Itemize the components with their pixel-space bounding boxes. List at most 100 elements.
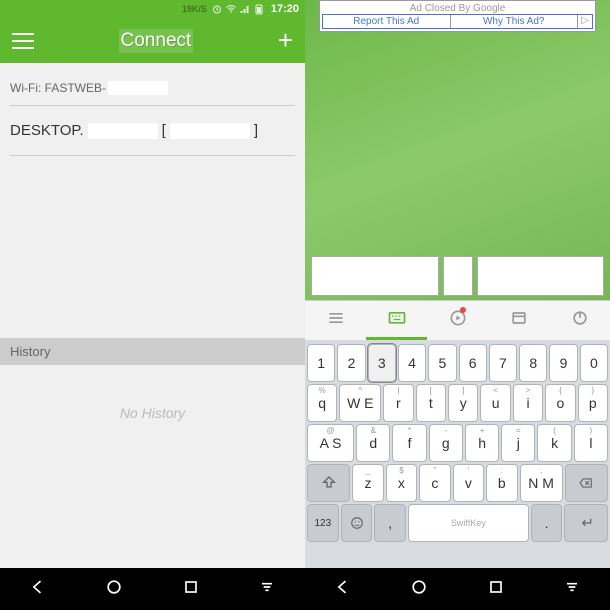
window-icon	[509, 308, 529, 333]
key-0[interactable]: 0	[580, 344, 608, 382]
key-z[interactable]: _z	[352, 464, 383, 502]
key-2[interactable]: 2	[337, 344, 365, 382]
wifi-info: Wi-Fi: FASTWEB-	[10, 75, 295, 106]
key-q[interactable]: %q	[307, 384, 337, 422]
left-screen: 19K/S 17:20 Connect + Wi-Fi: FASTWEB- DE…	[0, 0, 305, 568]
system-nav	[0, 568, 610, 610]
key-v[interactable]: 'v	[453, 464, 484, 502]
ad-arrow-icon[interactable]: ▷	[578, 15, 592, 28]
wifi-label: Wi-Fi: FASTWEB-	[10, 81, 106, 95]
ad-report-link[interactable]: Report This Ad	[323, 15, 451, 28]
toolbar-play[interactable]	[427, 301, 488, 340]
key-3[interactable]: 3	[368, 344, 396, 382]
key-x[interactable]: $x	[386, 464, 417, 502]
key-shift[interactable]	[307, 464, 350, 502]
app-bar: Connect +	[0, 18, 305, 63]
battery-icon	[253, 3, 265, 15]
suggestion-bar	[305, 256, 610, 296]
key-i[interactable]: >i	[513, 384, 543, 422]
key-9[interactable]: 9	[549, 344, 577, 382]
toolbar-keyboard[interactable]	[366, 301, 427, 340]
back-button[interactable]	[28, 577, 48, 602]
kb-row-2: %q ^W E |r [t ]y <u >i {o }p	[307, 384, 608, 422]
key-emoji[interactable]	[341, 504, 373, 542]
backspace-icon	[577, 476, 595, 490]
toolbar-menu[interactable]	[305, 301, 366, 340]
key-y[interactable]: ]y	[448, 384, 478, 422]
key-c[interactable]: "c	[419, 464, 450, 502]
add-button[interactable]: +	[278, 25, 293, 56]
key-123[interactable]: 123	[307, 504, 339, 542]
device-row[interactable]: DESKTOP. [ ]	[10, 106, 295, 156]
ad-closed-text: Ad Closed By Google	[322, 3, 593, 14]
key-as[interactable]: @A S	[307, 424, 354, 462]
suggestion-3[interactable]	[477, 256, 605, 296]
toolbar	[305, 300, 610, 340]
key-4[interactable]: 4	[398, 344, 426, 382]
key-g[interactable]: -g	[429, 424, 463, 462]
dropdown-button-2[interactable]	[562, 577, 582, 602]
notification-dot	[460, 307, 466, 313]
suggestion-2[interactable]	[443, 256, 473, 296]
suggestion-1[interactable]	[311, 256, 439, 296]
toolbar-window[interactable]	[488, 301, 549, 340]
key-8[interactable]: 8	[519, 344, 547, 382]
menu-button[interactable]	[12, 33, 34, 49]
key-k[interactable]: (k	[537, 424, 571, 462]
key-l[interactable]: )l	[574, 424, 608, 462]
keyboard: 1 2 3 4 5 6 7 8 9 0 %q ^W E |r [t ]y <u …	[305, 340, 610, 568]
key-backspace[interactable]	[565, 464, 608, 502]
key-d[interactable]: &d	[356, 424, 390, 462]
shift-icon	[321, 475, 337, 491]
bracket-open: [	[162, 122, 166, 139]
home-button[interactable]	[104, 577, 124, 602]
toolbar-power[interactable]	[549, 301, 610, 340]
signal-icon	[239, 3, 251, 15]
alarm-icon	[211, 3, 223, 15]
key-t[interactable]: [t	[416, 384, 446, 422]
key-we[interactable]: ^W E	[339, 384, 381, 422]
key-f[interactable]: *f	[392, 424, 426, 462]
key-o[interactable]: {o	[545, 384, 575, 422]
key-p[interactable]: }p	[578, 384, 608, 422]
network-speed: 19K/S	[182, 4, 207, 14]
back-button-2[interactable]	[333, 577, 353, 602]
key-space[interactable]: SwiftKey	[408, 504, 529, 542]
key-h[interactable]: +h	[465, 424, 499, 462]
key-r[interactable]: |r	[383, 384, 413, 422]
key-7[interactable]: 7	[489, 344, 517, 382]
key-u[interactable]: <u	[480, 384, 510, 422]
home-button-2[interactable]	[409, 577, 429, 602]
kb-row-5: 123 , SwiftKey .	[307, 504, 608, 542]
key-5[interactable]: 5	[428, 344, 456, 382]
hamburger-icon	[326, 308, 346, 333]
key-period[interactable]: .	[531, 504, 563, 542]
dropdown-button[interactable]	[257, 577, 277, 602]
device-redacted-1	[88, 123, 158, 139]
keyboard-icon	[387, 307, 407, 332]
emoji-icon	[350, 516, 364, 530]
ad-banner: Ad Closed By Google Report This Ad Why T…	[319, 0, 596, 32]
recent-button-2[interactable]	[486, 577, 506, 602]
kb-row-4: _z $x "c 'v :b ;N M	[307, 464, 608, 502]
key-6[interactable]: 6	[459, 344, 487, 382]
device-name: DESKTOP.	[10, 122, 84, 139]
recent-button[interactable]	[181, 577, 201, 602]
key-1[interactable]: 1	[307, 344, 335, 382]
app-title: Connect	[119, 29, 194, 53]
kb-row-3: @A S &d *f -g +h =j (k )l	[307, 424, 608, 462]
history-header: History	[0, 338, 305, 365]
key-nm[interactable]: ;N M	[520, 464, 563, 502]
key-comma[interactable]: ,	[374, 504, 406, 542]
key-b[interactable]: :b	[486, 464, 517, 502]
key-enter[interactable]	[564, 504, 608, 542]
status-icons	[211, 3, 265, 15]
key-j[interactable]: =j	[501, 424, 535, 462]
keyboard-brand: SwiftKey	[451, 518, 486, 528]
clock: 17:20	[271, 3, 299, 15]
wifi-redacted	[108, 81, 168, 95]
right-screen: Ad Closed By Google Report This Ad Why T…	[305, 0, 610, 568]
kb-row-1: 1 2 3 4 5 6 7 8 9 0	[307, 344, 608, 382]
status-bar: 19K/S 17:20	[0, 0, 305, 18]
ad-why-link[interactable]: Why This Ad?	[451, 15, 579, 28]
